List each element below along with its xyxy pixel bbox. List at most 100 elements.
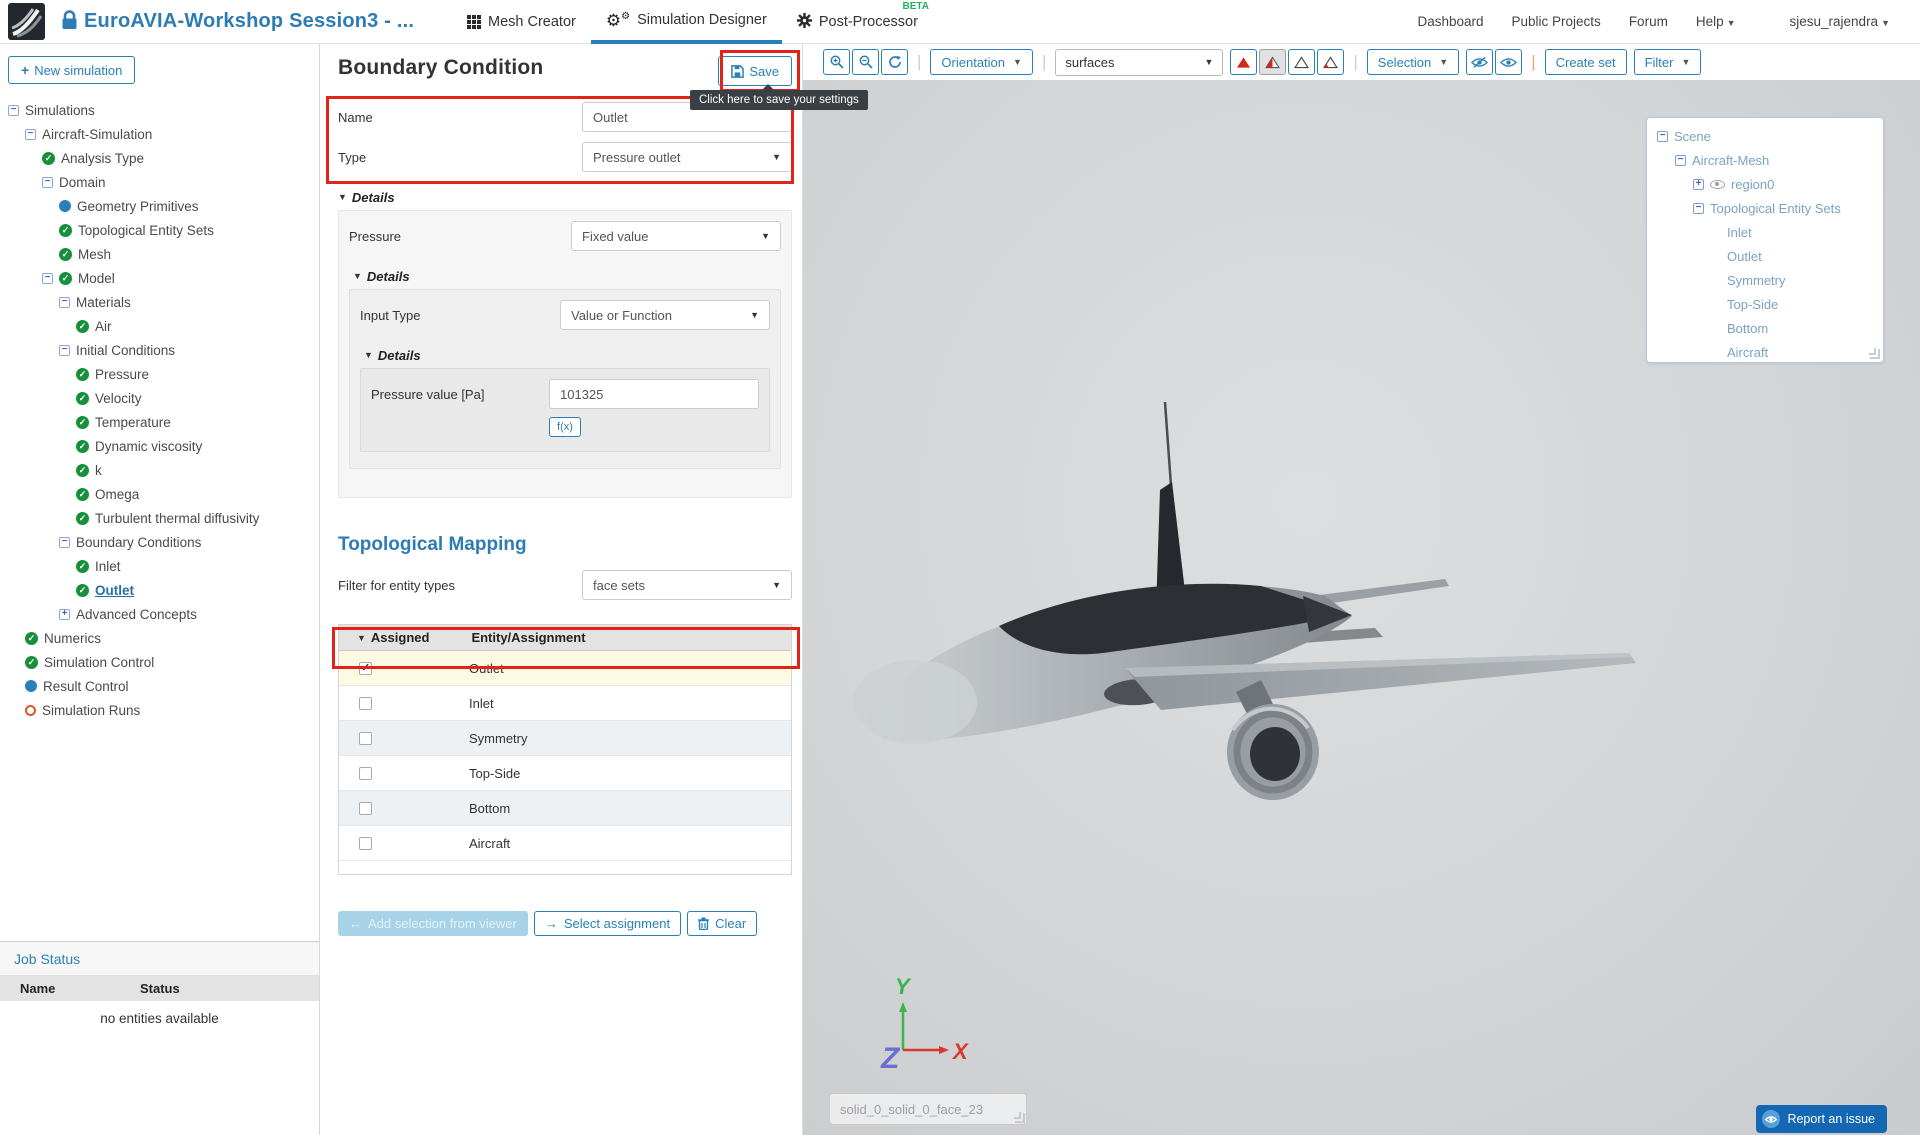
select-assignment-button[interactable]: → Select assignment (533, 911, 682, 936)
scene-tree-item[interactable]: Bottom (1647, 316, 1883, 340)
minus-icon[interactable]: − (59, 296, 70, 308)
picked-face-input[interactable] (829, 1093, 1027, 1125)
tree-item[interactable]: − Aircraft-Simulation (0, 122, 319, 146)
minus-icon[interactable]: − (8, 104, 19, 116)
tree-item[interactable]: ✓ Outlet (0, 578, 319, 602)
tree-item[interactable]: ✓ Omega (0, 482, 319, 506)
table-row[interactable]: Inlet (339, 686, 791, 721)
hide-selected-button[interactable] (1466, 49, 1494, 75)
entity-filter-select[interactable]: face sets ▼ (582, 570, 792, 600)
table-row[interactable]: Symmetry (339, 721, 791, 756)
report-issue-button[interactable]: Report an issue (1756, 1105, 1887, 1133)
tree-item[interactable]: ✓ Mesh (0, 242, 319, 266)
table-row[interactable]: Bottom (339, 791, 791, 826)
save-button[interactable]: Save (718, 56, 792, 86)
tree-item[interactable]: ✓ Inlet (0, 554, 319, 578)
tab-mesh-creator[interactable]: Mesh Creator (452, 0, 591, 44)
assigned-checkbox[interactable] (359, 696, 372, 710)
assigned-checkbox[interactable] (359, 801, 372, 815)
fx-function-button[interactable]: f(x) (549, 417, 581, 437)
viewer-canvas[interactable]: − Scene − Aircraft-Mesh + region0 − Topo… (803, 80, 1920, 1135)
minus-icon[interactable]: − (59, 536, 70, 548)
tree-item[interactable]: Result Control (0, 674, 319, 698)
tree-item[interactable]: − Domain (0, 170, 319, 194)
pressure-select[interactable]: Fixed value ▼ (571, 221, 781, 251)
tree-item[interactable]: ✓ Topological Entity Sets (0, 218, 319, 242)
tree-item[interactable]: + Advanced Concepts (0, 602, 319, 626)
selection-button[interactable]: Selection ▼ (1366, 49, 1460, 75)
sort-triangle-icon[interactable]: ▼ (357, 633, 366, 643)
app-logo[interactable] (8, 3, 45, 40)
table-row[interactable]: Outlet (339, 651, 791, 686)
nav-public-projects[interactable]: Public Projects (1512, 14, 1601, 29)
details-header-3[interactable]: ▼ Details (364, 346, 770, 364)
scene-tree-item[interactable]: Outlet (1647, 244, 1883, 268)
scene-tree-item[interactable]: Inlet (1647, 220, 1883, 244)
table-row[interactable]: Top-Side (339, 756, 791, 791)
tree-item[interactable]: ✓ Pressure (0, 362, 319, 386)
nav-forum[interactable]: Forum (1629, 14, 1668, 29)
tree-item[interactable]: − ✓ Model (0, 266, 319, 290)
refresh-view-button[interactable] (881, 49, 908, 75)
table-row[interactable]: Aircraft (339, 826, 791, 861)
tab-post-processor[interactable]: Post-Processor BETA (782, 0, 933, 44)
tab-simulation-designer[interactable]: ⚙⚙ Simulation Designer (590, 0, 782, 44)
details-header-2[interactable]: ▼ Details (353, 267, 781, 285)
pressure-value-input[interactable] (549, 379, 759, 409)
minus-icon[interactable]: − (42, 176, 53, 188)
add-selection-button[interactable]: ← Add selection from viewer (338, 911, 528, 936)
tree-item[interactable]: ✓ Turbulent thermal diffusivity (0, 506, 319, 530)
input-type-select[interactable]: Value or Function ▼ (560, 300, 770, 330)
surface-solid-button[interactable] (1230, 49, 1258, 75)
tree-item[interactable]: − Boundary Conditions (0, 530, 319, 554)
type-select[interactable]: Pressure outlet ▼ (582, 142, 792, 172)
assigned-checkbox[interactable] (359, 836, 372, 850)
tree-item[interactable]: ✓ Temperature (0, 410, 319, 434)
assigned-checkbox[interactable] (359, 731, 372, 745)
tree-item[interactable]: ✓ Velocity (0, 386, 319, 410)
tree-item[interactable]: − Initial Conditions (0, 338, 319, 362)
orientation-button[interactable]: Orientation ▼ (930, 49, 1033, 75)
assigned-checkbox[interactable] (359, 661, 372, 675)
render-mode-select[interactable]: surfaces ▼ (1055, 48, 1224, 76)
plus-icon[interactable]: + (59, 608, 70, 620)
user-menu[interactable]: sjesu_rajendra ▼ (1790, 14, 1890, 29)
zoom-in-button[interactable] (823, 49, 850, 75)
surface-mesh-button[interactable] (1259, 49, 1287, 75)
scene-tree-item[interactable]: Top-Side (1647, 292, 1883, 316)
scene-tree-item[interactable]: − Topological Entity Sets (1647, 196, 1883, 220)
clear-button[interactable]: Clear (687, 911, 758, 936)
filter-button[interactable]: Filter ▼ (1633, 49, 1702, 75)
points-button[interactable] (1317, 49, 1345, 75)
tree-item[interactable]: − Simulations (0, 98, 319, 122)
resize-handle[interactable] (1014, 1112, 1025, 1123)
nav-help[interactable]: Help ▼ (1696, 14, 1736, 29)
tree-item[interactable]: ✓ k (0, 458, 319, 482)
tree-item[interactable]: ✓ Analysis Type (0, 146, 319, 170)
tree-item[interactable]: ✓ Dynamic viscosity (0, 434, 319, 458)
assigned-checkbox[interactable] (359, 766, 372, 780)
scene-tree-item[interactable]: − Scene (1647, 124, 1883, 148)
zoom-out-button[interactable] (852, 49, 879, 75)
tree-item[interactable]: − Materials (0, 290, 319, 314)
tree-item[interactable]: Simulation Runs (0, 698, 319, 722)
new-simulation-button[interactable]: + New simulation (8, 56, 136, 84)
minus-icon[interactable]: − (1657, 130, 1668, 142)
nav-dashboard[interactable]: Dashboard (1417, 14, 1483, 29)
wireframe-button[interactable] (1288, 49, 1316, 75)
minus-icon[interactable]: − (1675, 154, 1686, 166)
tree-item[interactable]: Geometry Primitives (0, 194, 319, 218)
scene-tree-item[interactable]: − Aircraft-Mesh (1647, 148, 1883, 172)
scene-tree-item[interactable]: Symmetry (1647, 268, 1883, 292)
tree-item[interactable]: ✓ Simulation Control (0, 650, 319, 674)
plus-icon[interactable]: + (1693, 178, 1704, 190)
details-header-1[interactable]: ▼ Details (338, 188, 802, 206)
scene-tree-item[interactable]: + region0 (1647, 172, 1883, 196)
minus-icon[interactable]: − (59, 344, 70, 356)
resize-handle[interactable] (1869, 348, 1880, 359)
tree-item[interactable]: ✓ Numerics (0, 626, 319, 650)
create-set-button[interactable]: Create set (1544, 49, 1627, 75)
scene-tree-item[interactable]: Aircraft (1647, 340, 1883, 362)
tree-item[interactable]: ✓ Air (0, 314, 319, 338)
minus-icon[interactable]: − (25, 128, 36, 140)
